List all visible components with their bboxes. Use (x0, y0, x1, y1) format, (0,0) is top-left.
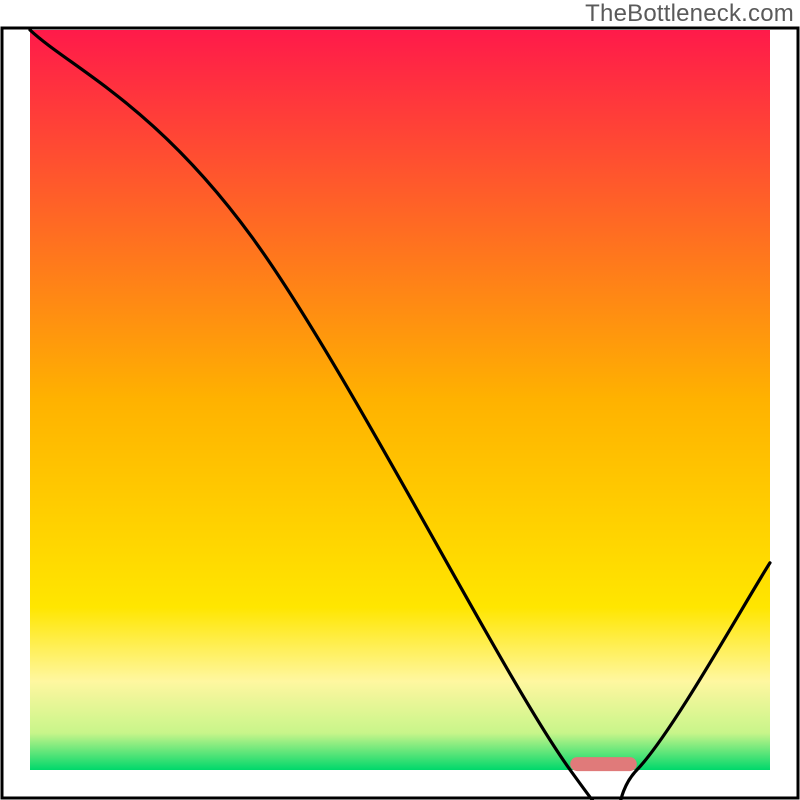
chart-container: TheBottleneck.com (0, 0, 800, 800)
watermark-text: TheBottleneck.com (585, 0, 794, 28)
gradient-background (30, 30, 770, 770)
bottleneck-chart (0, 0, 800, 800)
optimal-marker (570, 757, 637, 771)
